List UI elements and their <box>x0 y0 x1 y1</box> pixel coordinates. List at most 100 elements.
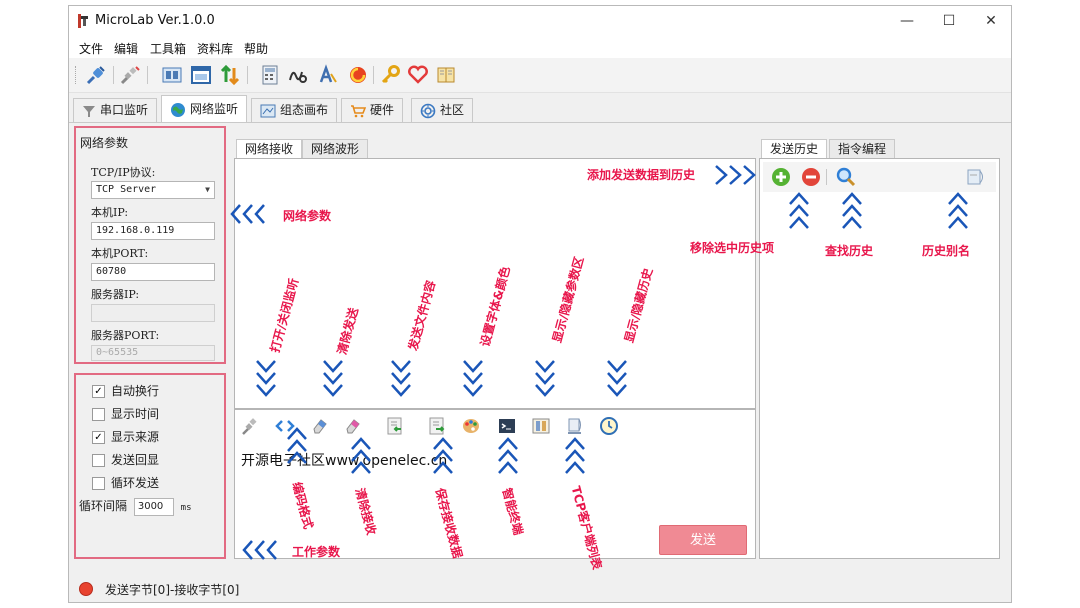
option-show-source[interactable]: ✓ 显示来源 <box>92 428 159 445</box>
up-arrow-icon <box>498 437 518 474</box>
palette-icon[interactable] <box>461 416 481 436</box>
eraser-icon[interactable] <box>310 416 330 436</box>
tab-send-history[interactable]: 发送历史 <box>761 139 828 159</box>
network-monitor-content: 网络参数 TCP/IP协议: TCP Server ▼ 本机IP: 192.16… <box>69 122 1011 573</box>
up-arrow-icon <box>948 192 968 229</box>
save-file-icon[interactable] <box>427 416 447 436</box>
local-port-field[interactable]: 60780 <box>91 263 215 281</box>
server-port-label: 服务器PORT: <box>91 329 160 342</box>
main-tab-bar: 串口监听 网络监听 组态画布 硬件 社区 <box>69 94 1011 122</box>
eraser-icon[interactable] <box>343 416 363 436</box>
local-port-label: 本机PORT: <box>91 247 149 260</box>
add-icon[interactable] <box>771 167 791 187</box>
swirl-icon[interactable] <box>347 64 369 86</box>
up-arrow-icon <box>842 192 862 229</box>
terminal-icon[interactable] <box>497 416 517 436</box>
chevron-down-icon: ▼ <box>205 185 210 194</box>
tab-command-programming[interactable]: 指令编程 <box>829 139 896 159</box>
checkbox[interactable] <box>92 477 105 490</box>
option-label: 显示来源 <box>111 430 160 444</box>
calculator-icon[interactable] <box>259 64 281 86</box>
down-arrow-icon <box>607 360 627 397</box>
close-button[interactable]: ✕ <box>971 8 1011 34</box>
tab-network-waveform[interactable]: 网络波形 <box>302 139 369 159</box>
annotation-net-params: 网络参数 <box>283 209 332 223</box>
client-list-icon[interactable] <box>565 416 585 436</box>
annotation-remove-history: 移除选中历史项 <box>690 241 775 255</box>
option-show-time[interactable]: 显示时间 <box>92 405 159 422</box>
checkbox[interactable] <box>92 408 105 421</box>
left-arrow-icon <box>242 540 277 560</box>
chart-icon[interactable] <box>287 64 309 86</box>
connect-icon[interactable] <box>85 64 107 86</box>
interval-row: 循环间隔 3000 ms <box>79 497 192 516</box>
panel-icon[interactable] <box>161 64 183 86</box>
net-params-title: 网络参数 <box>80 136 129 150</box>
option-loop-send[interactable]: 循环发送 <box>92 474 159 491</box>
tab-hardware[interactable]: 硬件 <box>341 98 404 122</box>
down-arrow-icon <box>323 360 343 397</box>
menu-bar: 文件 编辑 工具箱 资料库 帮助 <box>69 36 1011 58</box>
option-label: 显示时间 <box>111 407 160 421</box>
down-arrow-icon <box>463 360 483 397</box>
key-icon[interactable] <box>379 64 401 86</box>
up-arrow-icon <box>789 192 809 229</box>
clock-icon[interactable] <box>599 416 619 436</box>
search-icon[interactable] <box>835 166 857 188</box>
remove-icon[interactable] <box>801 167 821 187</box>
maximize-button[interactable]: ☐ <box>929 8 969 34</box>
tab-label: 网络监听 <box>190 102 239 116</box>
annotation-find-history: 查找历史 <box>825 244 874 258</box>
menu-help[interactable]: 帮助 <box>244 40 268 57</box>
tab-label: 串口监听 <box>100 103 149 117</box>
checkbox[interactable] <box>92 454 105 467</box>
globe-icon <box>171 102 185 117</box>
history-separator <box>826 169 827 185</box>
menu-toolbox[interactable]: 工具箱 <box>150 40 186 57</box>
toolbar-separator <box>247 66 248 84</box>
up-arrow-icon <box>433 437 453 474</box>
option-label: 发送回显 <box>111 453 160 467</box>
plug-icon[interactable] <box>241 416 261 436</box>
status-text: 发送字节[0]-接收字节[0] <box>105 583 240 597</box>
window-title: MicroLab Ver.1.0.0 <box>95 13 215 28</box>
server-port-field[interactable]: 0~65535 <box>91 345 215 361</box>
send-text-input[interactable]: 开源电子社区www.openelec.cn <box>241 450 447 470</box>
minimize-button[interactable]: — <box>887 8 927 34</box>
option-send-echo[interactable]: 发送回显 <box>92 451 159 468</box>
tab-community[interactable]: 社区 <box>411 98 474 122</box>
local-ip-field[interactable]: 192.168.0.119 <box>91 222 215 240</box>
menu-edit[interactable]: 编辑 <box>114 40 138 57</box>
book-icon[interactable] <box>435 64 457 86</box>
disconnect-icon[interactable] <box>119 64 141 86</box>
option-auto-wrap[interactable]: ✓ 自动换行 <box>92 382 159 399</box>
funnel-icon <box>83 105 95 117</box>
heart-icon[interactable] <box>407 64 429 86</box>
panel-toggle-icon[interactable] <box>531 416 551 436</box>
window-icon[interactable] <box>190 64 212 86</box>
checkbox[interactable]: ✓ <box>92 385 105 398</box>
menu-file[interactable]: 文件 <box>79 40 103 57</box>
server-ip-field[interactable] <box>91 304 215 322</box>
interval-unit: ms <box>180 503 192 513</box>
checkbox[interactable]: ✓ <box>92 431 105 444</box>
history-toolbar <box>763 162 996 192</box>
menu-library[interactable]: 资料库 <box>197 40 233 57</box>
tab-serial-monitor[interactable]: 串口监听 <box>73 98 158 122</box>
font-icon[interactable] <box>317 64 339 86</box>
interval-field[interactable]: 3000 <box>133 497 174 516</box>
tab-label: 组态画布 <box>280 103 329 117</box>
transfer-icon[interactable] <box>219 64 241 86</box>
tab-network-monitor[interactable]: 网络监听 <box>161 95 248 122</box>
protocol-select[interactable]: TCP Server ▼ <box>91 181 215 199</box>
toolbar-grip <box>75 66 78 84</box>
send-button[interactable]: 发送 <box>659 525 747 555</box>
alias-icon[interactable] <box>965 167 987 187</box>
tab-network-receive[interactable]: 网络接收 <box>236 139 303 159</box>
left-arrow-icon <box>230 204 265 224</box>
up-arrow-icon <box>351 437 371 474</box>
down-arrow-icon <box>391 360 411 397</box>
tab-canvas[interactable]: 组态画布 <box>251 98 338 122</box>
net-params-panel: 网络参数 TCP/IP协议: TCP Server ▼ 本机IP: 192.16… <box>74 126 226 364</box>
import-file-icon[interactable] <box>385 416 405 436</box>
